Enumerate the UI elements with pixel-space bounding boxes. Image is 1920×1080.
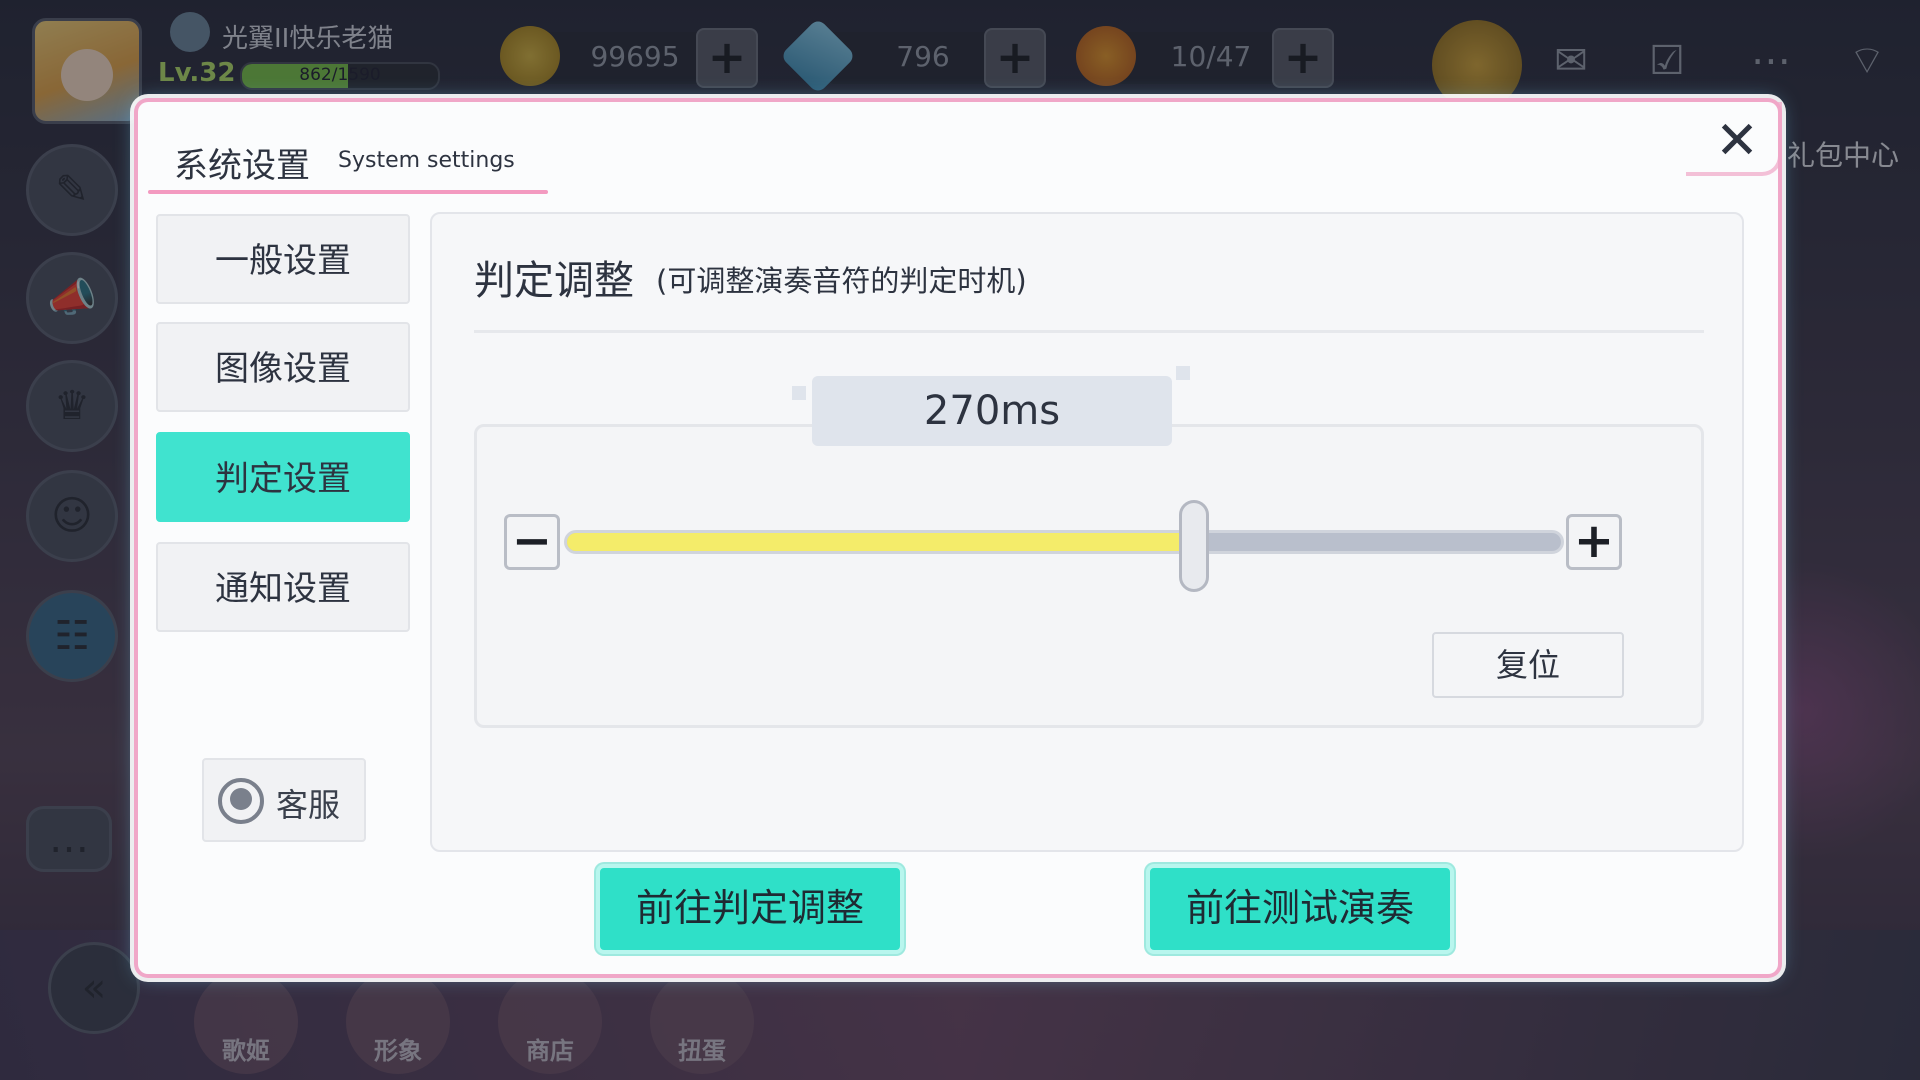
judgement-slider-track[interactable]	[564, 530, 1564, 554]
judgement-value: 270ms	[923, 388, 1061, 434]
tab-notification-settings[interactable]: 通知设置	[156, 542, 410, 632]
increase-button[interactable]: +	[1566, 514, 1622, 570]
system-settings-dialog: 系统设置 System settings ✕ 一般设置 图像设置 判定设置 通知…	[138, 102, 1782, 974]
judgement-settings-panel: 判定调整 (可调整演奏音符的判定时机) 270ms − + 复位	[430, 212, 1744, 852]
tab-graphics-settings[interactable]: 图像设置	[156, 322, 410, 412]
close-button[interactable]: ✕	[1710, 115, 1764, 170]
title-underline	[148, 190, 548, 194]
judgement-slider-fill	[567, 533, 1194, 551]
decrease-button[interactable]: −	[504, 514, 560, 570]
customer-service-label: 客服	[276, 786, 341, 824]
section-title: 判定调整	[474, 258, 634, 304]
dialog-title: 系统设置	[174, 146, 310, 186]
section-divider	[474, 330, 1704, 333]
goto-judgement-adjust-button[interactable]: 前往判定调整	[596, 864, 904, 954]
customer-service-button[interactable]: 客服	[202, 758, 366, 842]
dialog-title-en: System settings	[338, 148, 515, 173]
headset-icon	[218, 778, 264, 824]
section-subtitle: (可调整演奏音符的判定时机)	[656, 264, 1027, 298]
tab-general-settings[interactable]: 一般设置	[156, 214, 410, 304]
goto-test-play-button[interactable]: 前往测试演奏	[1146, 864, 1454, 954]
judgement-slider-thumb[interactable]	[1179, 500, 1209, 592]
reset-button[interactable]: 复位	[1432, 632, 1624, 698]
judgement-value-tag: 270ms	[792, 366, 1190, 446]
tab-judgement-settings[interactable]: 判定设置	[156, 432, 410, 522]
